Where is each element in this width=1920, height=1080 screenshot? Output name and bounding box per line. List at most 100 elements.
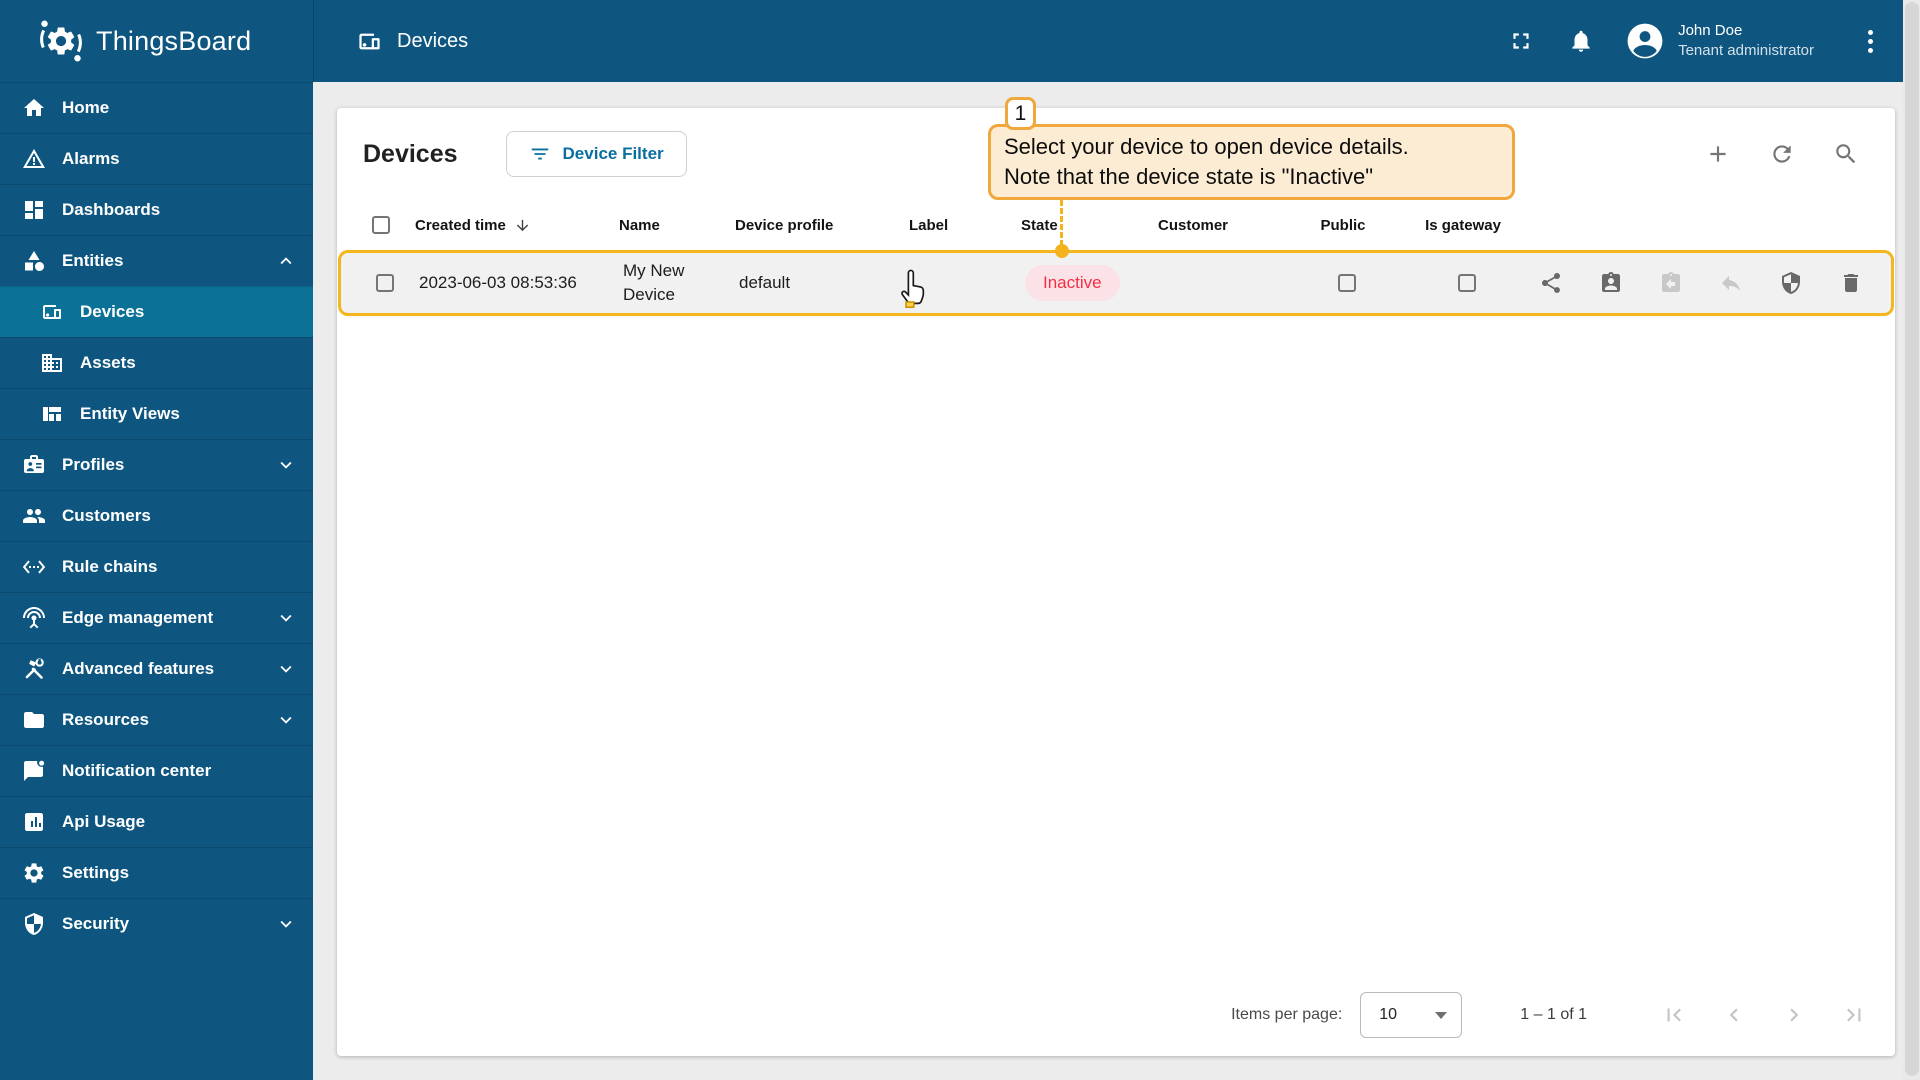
thingsboard-logo-icon bbox=[40, 20, 82, 62]
table-header: Created time Name Device profile Label S… bbox=[337, 200, 1895, 250]
column-device-profile[interactable]: Device profile bbox=[735, 217, 909, 234]
edge-antenna-icon bbox=[23, 607, 45, 629]
sidebar-item-edge-management[interactable]: Edge management bbox=[0, 592, 313, 643]
status-badge-inactive: Inactive bbox=[1025, 265, 1120, 301]
sidebar-item-entities[interactable]: Entities bbox=[0, 235, 313, 286]
sidebar-item-devices[interactable]: Devices bbox=[0, 286, 313, 337]
column-label[interactable]: Label bbox=[909, 217, 1021, 234]
sidebar-item-rule-chains[interactable]: Rule chains bbox=[0, 541, 313, 592]
last-page-button[interactable] bbox=[1841, 1002, 1867, 1028]
chevron-down-icon bbox=[280, 920, 292, 928]
page-size-select[interactable]: 10 bbox=[1360, 992, 1463, 1038]
filter-icon bbox=[531, 148, 548, 160]
profiles-badge-icon bbox=[24, 455, 44, 473]
sidebar-item-settings[interactable]: Settings bbox=[0, 847, 313, 898]
callout-connector-line bbox=[1060, 200, 1063, 246]
devices-icon bbox=[359, 33, 380, 49]
manage-credentials-shield-icon[interactable] bbox=[1779, 271, 1803, 295]
callout-connector-dot bbox=[1055, 244, 1069, 258]
row-actions bbox=[1532, 271, 1891, 295]
topbar-title-text: Devices bbox=[397, 29, 469, 52]
next-page-button[interactable] bbox=[1781, 1002, 1807, 1028]
chevron-down-icon bbox=[280, 716, 292, 724]
make-public-share-icon[interactable] bbox=[1539, 271, 1563, 295]
cell-created-time: 2023-06-03 08:53:36 bbox=[419, 273, 577, 292]
page-size-value: 10 bbox=[1379, 1006, 1398, 1023]
notification-center-icon bbox=[24, 760, 45, 781]
column-is-gateway[interactable]: Is gateway bbox=[1398, 217, 1528, 234]
advanced-features-tools-icon bbox=[25, 658, 44, 679]
sidebar-item-security[interactable]: Security bbox=[0, 898, 313, 949]
sidebar-item-notification-center[interactable]: Notification center bbox=[0, 745, 313, 796]
user-role: Tenant administrator bbox=[1678, 42, 1814, 59]
sidebar-item-resources[interactable]: Resources bbox=[0, 694, 313, 745]
refresh-button[interactable] bbox=[1769, 141, 1795, 167]
main-content: Devices Device Filter Created time Name … bbox=[313, 82, 1903, 1080]
is-gateway-checkbox[interactable] bbox=[1458, 274, 1476, 292]
column-state[interactable]: State bbox=[1021, 217, 1158, 234]
delete-device-trash-icon[interactable] bbox=[1839, 271, 1863, 295]
pagination-bar: Items per page: 10 1 – 1 of 1 bbox=[337, 974, 1895, 1056]
user-name: John Doe bbox=[1678, 22, 1743, 39]
topbar: Devices John Doe Tenant administrator bbox=[313, 0, 1903, 82]
notifications-bell-icon[interactable] bbox=[1568, 28, 1594, 54]
row-checkbox[interactable] bbox=[376, 274, 394, 292]
fullscreen-icon[interactable] bbox=[1508, 28, 1534, 54]
customers-people-icon bbox=[23, 509, 45, 523]
tutorial-step-badge: 1 bbox=[1005, 97, 1036, 130]
tutorial-callout: Select your device to open device detail… bbox=[988, 124, 1515, 200]
devices-card: Devices Device Filter Created time Name … bbox=[337, 108, 1895, 1056]
dashboards-icon bbox=[25, 201, 43, 219]
column-public[interactable]: Public bbox=[1288, 217, 1398, 234]
alarm-warning-icon bbox=[23, 149, 45, 168]
rule-chains-icon bbox=[22, 560, 46, 574]
public-checkbox[interactable] bbox=[1338, 274, 1356, 292]
select-all-checkbox[interactable] bbox=[372, 216, 390, 234]
page-scrollbar[interactable] bbox=[1903, 0, 1920, 1080]
cell-state: Inactive bbox=[1025, 265, 1162, 301]
sidebar-item-alarms[interactable]: Alarms bbox=[0, 133, 313, 184]
cell-device-name: My New Device bbox=[623, 261, 685, 304]
page-title: Devices bbox=[363, 139, 458, 168]
sidebar-item-profiles[interactable]: Profiles bbox=[0, 439, 313, 490]
first-page-button[interactable] bbox=[1661, 1002, 1687, 1028]
topbar-title: Devices bbox=[356, 28, 468, 55]
previous-page-button[interactable] bbox=[1721, 1002, 1747, 1028]
sidebar-item-dashboards[interactable]: Dashboards bbox=[0, 184, 313, 235]
mouse-cursor-hand bbox=[899, 268, 931, 313]
column-created-time[interactable]: Created time bbox=[415, 217, 619, 234]
sidebar-item-home[interactable]: Home bbox=[0, 82, 313, 133]
device-filter-button[interactable]: Device Filter bbox=[505, 131, 687, 177]
select-caret-icon bbox=[1435, 1011, 1448, 1019]
user-info[interactable]: John Doe Tenant administrator bbox=[1678, 21, 1814, 61]
resources-folder-icon bbox=[24, 712, 44, 728]
app-name: ThingsBoard bbox=[96, 25, 252, 56]
column-name[interactable]: Name bbox=[619, 217, 735, 234]
make-private-reply-icon bbox=[1722, 276, 1740, 291]
callout-line-2: Note that the device state is "Inactive" bbox=[1004, 164, 1374, 189]
home-icon bbox=[24, 99, 44, 116]
sidebar-item-assets[interactable]: Assets bbox=[0, 337, 313, 388]
unassign-from-customer-icon bbox=[1662, 272, 1680, 292]
more-menu-icon[interactable] bbox=[1864, 26, 1877, 57]
sidebar-item-entity-views[interactable]: Entity Views bbox=[0, 388, 313, 439]
app-logo[interactable]: ThingsBoard bbox=[0, 0, 313, 82]
user-avatar[interactable] bbox=[1626, 22, 1664, 60]
assign-to-customer-icon[interactable] bbox=[1599, 271, 1623, 295]
sidebar-item-api-usage[interactable]: Api Usage bbox=[0, 796, 313, 847]
chevron-down-icon bbox=[280, 461, 292, 469]
search-button[interactable] bbox=[1833, 141, 1859, 167]
scrollbar-thumb[interactable] bbox=[1905, 2, 1919, 1076]
column-customer[interactable]: Customer bbox=[1158, 217, 1288, 234]
sidebar-item-customers[interactable]: Customers bbox=[0, 490, 313, 541]
add-device-button[interactable] bbox=[1705, 141, 1731, 167]
sort-desc-arrow-icon bbox=[516, 219, 529, 231]
sidebar-item-advanced-features[interactable]: Advanced features bbox=[0, 643, 313, 694]
device-table-row[interactable]: 2023-06-03 08:53:36 My New Device defaul… bbox=[338, 250, 1894, 316]
chevron-up-icon bbox=[280, 257, 292, 265]
items-per-page-label: Items per page: bbox=[1231, 1006, 1343, 1023]
assets-domain-icon bbox=[42, 354, 62, 372]
page-range-label: 1 – 1 of 1 bbox=[1520, 1006, 1587, 1023]
cell-device-profile: default bbox=[739, 273, 791, 292]
entities-category-icon bbox=[25, 251, 44, 271]
